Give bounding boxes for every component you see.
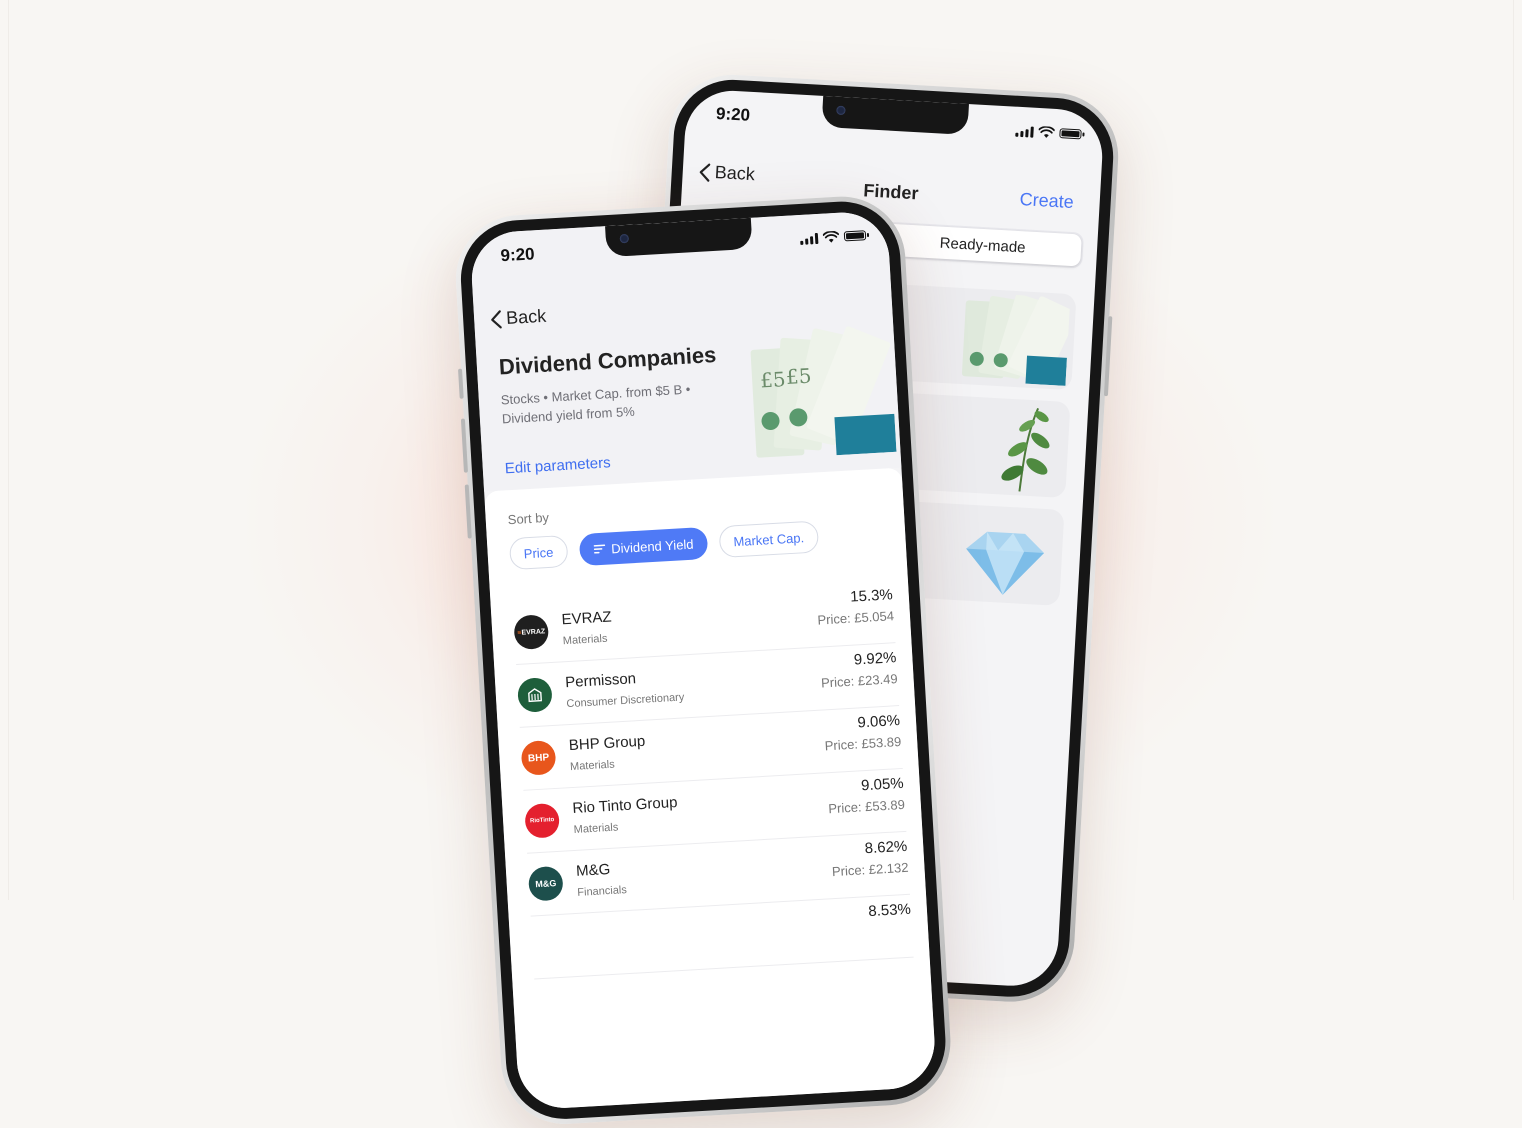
wifi-icon [1038, 125, 1055, 138]
stock-yield: 9.92% [853, 649, 897, 669]
rio-tinto-logo: RioTinto [524, 802, 561, 839]
stock-name: M&G [575, 860, 611, 880]
evraz-logo: ≡ EVRAZ [513, 614, 550, 651]
front-camera [619, 233, 630, 244]
stock-sector: Materials [569, 758, 616, 774]
dividend-screen: 9:20 Back Dividend Companies Stocks • Ma… [469, 209, 938, 1111]
front-phone: 9:20 Back Dividend Companies Stocks • Ma… [452, 193, 955, 1128]
sort-chip-price[interactable]: Price [508, 534, 569, 571]
stock-sector: Consumer Discretionary [566, 691, 685, 711]
sort-by-label: Sort by [507, 509, 550, 528]
mg-logo: M&G [527, 865, 564, 902]
status-time: 9:20 [715, 103, 751, 125]
bhp-logo: BHP [520, 739, 557, 776]
mute-switch [458, 368, 464, 399]
sort-chips: Price Dividend Yield Market Cap. [508, 520, 820, 571]
stock-price: Price: £23.49 [820, 671, 899, 691]
banknotes-illustration: £5 £5 [750, 326, 897, 458]
chip-label: Dividend Yield [610, 536, 694, 556]
stock-yield: 9.06% [857, 712, 901, 732]
stock-sector: Materials [573, 821, 619, 836]
back-label: Back [505, 305, 547, 329]
stock-sector: Financials [577, 884, 628, 899]
stock-yield: 15.3% [849, 586, 894, 606]
create-button[interactable]: Create [1019, 189, 1074, 213]
chip-label: Market Cap. [732, 529, 805, 549]
stock-price: Price: £53.89 [824, 733, 902, 754]
wifi-icon [822, 230, 840, 243]
diamond-illustration [966, 531, 1045, 595]
svg-text:£5: £5 [785, 364, 812, 389]
battery-icon [843, 230, 867, 242]
stock-price: Price: £53.89 [827, 796, 906, 817]
signal-icon [800, 232, 819, 245]
segment-ready-made[interactable]: Ready-made [883, 223, 1082, 267]
stock-name: Permisson [564, 670, 637, 692]
plant-illustration [1001, 407, 1050, 492]
signal-icon [1015, 125, 1034, 138]
permisson-logo [516, 677, 553, 713]
filter-summary: Stocks • Market Cap. from $5 B • Dividen… [500, 381, 691, 427]
svg-text:£5: £5 [759, 367, 786, 392]
stock-yield: 8.53% [867, 900, 912, 921]
sort-icon [593, 544, 605, 554]
sort-chip-market-cap[interactable]: Market Cap. [718, 520, 820, 559]
stock-yield: 8.62% [864, 837, 908, 858]
stock-name: EVRAZ [561, 608, 613, 629]
stock-price: Price: £2.132 [831, 859, 909, 880]
battery-icon [1059, 128, 1082, 140]
stock-price: Price: £5.054 [817, 608, 895, 628]
stock-yield: 9.05% [860, 774, 905, 795]
sort-chip-dividend-yield[interactable]: Dividend Yield [578, 526, 709, 567]
status-time: 9:20 [500, 244, 536, 266]
edit-parameters-link[interactable]: Edit parameters [504, 454, 611, 477]
back-button[interactable]: Back [490, 306, 547, 330]
stock-list: ≡ EVRAZ EVRAZ Materials 15.3% Price: £5.0… [512, 580, 914, 980]
chip-label: Price [523, 544, 554, 561]
results-panel: Sort by Price Dividend Yield Market Cap. [484, 467, 938, 1111]
banknotes-illustration [961, 293, 1071, 386]
front-camera [836, 105, 846, 116]
stock-name: Rio Tinto Group [572, 793, 678, 817]
stock-sector: Materials [562, 632, 608, 648]
building-icon [528, 688, 542, 703]
page-title: Dividend Companies [498, 342, 717, 380]
stock-name: BHP Group [568, 732, 646, 755]
chevron-left-icon [491, 309, 502, 328]
